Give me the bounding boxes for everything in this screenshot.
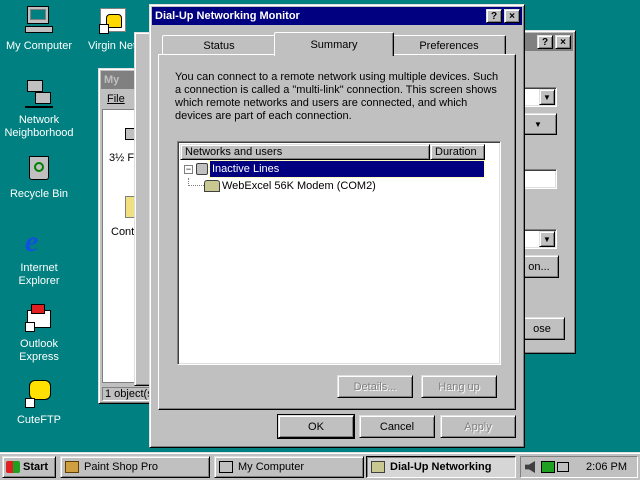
apply-button-label: Apply bbox=[464, 420, 492, 433]
phone-icon bbox=[98, 4, 130, 36]
menu-file[interactable]: File bbox=[107, 93, 125, 105]
my-computer-small-icon bbox=[219, 461, 233, 473]
taskbar-item-label: Dial-Up Networking bbox=[390, 461, 492, 473]
close-icon[interactable]: × bbox=[504, 9, 520, 23]
modem-tray-icon[interactable] bbox=[557, 462, 569, 472]
clock[interactable]: 2:06 PM bbox=[586, 461, 627, 473]
summary-panel: You can connect to a remote network usin… bbox=[158, 54, 516, 410]
desktop-icon-label: Network Neighborhood bbox=[4, 114, 74, 139]
close-icon[interactable]: × bbox=[555, 35, 571, 49]
list-item[interactable]: − Inactive Lines bbox=[180, 160, 485, 178]
hang-up-button-label: Hang up bbox=[438, 380, 480, 393]
modem-label: WebExcel 56K Modem (COM2) bbox=[222, 180, 376, 192]
system-tray: 2:06 PM bbox=[520, 456, 638, 478]
dialog-title: Dial-Up Networking Monitor bbox=[155, 10, 300, 22]
desktop-icon-label: CuteFTP bbox=[16, 414, 61, 426]
floppy-label[interactable]: 3½ Fl bbox=[109, 152, 137, 164]
internet-explorer-icon: e bbox=[25, 225, 39, 258]
cuteftp-icon bbox=[23, 378, 55, 410]
dial-up-small-icon bbox=[371, 461, 385, 473]
cancel-button-label: Cancel bbox=[379, 420, 415, 433]
taskbar-item-label: My Computer bbox=[238, 461, 305, 473]
taskbar-item-label: Paint Shop Pro bbox=[84, 461, 158, 473]
desktop-icon-label: Outlook Express bbox=[19, 338, 59, 363]
details-button[interactable]: Details... bbox=[337, 375, 413, 398]
dialog-titlebar[interactable]: Dial-Up Networking Monitor ? × bbox=[152, 7, 522, 25]
tab-status[interactable]: Status bbox=[162, 35, 276, 55]
desktop-icon-label: Recycle Bin bbox=[9, 188, 69, 200]
chevron-down-icon[interactable]: ▼ bbox=[539, 89, 555, 105]
tree-expander-glyph: − bbox=[185, 163, 192, 174]
tab-preferences-label: Preferences bbox=[419, 39, 479, 52]
desktop-icon-cuteftp[interactable]: CuteFTP bbox=[0, 378, 78, 427]
partial-button[interactable]: on... bbox=[519, 255, 559, 278]
network-tray-icon[interactable] bbox=[541, 461, 555, 473]
my-computer-icon bbox=[23, 4, 55, 36]
tree-connector bbox=[188, 178, 204, 186]
partial-button-label: on... bbox=[528, 260, 550, 273]
speaker-icon[interactable] bbox=[525, 461, 535, 473]
apply-button[interactable]: Apply bbox=[440, 415, 516, 438]
help-icon[interactable]: ? bbox=[486, 9, 502, 23]
window-title: My bbox=[104, 74, 120, 86]
taskbar-item-my-computer[interactable]: My Computer bbox=[214, 456, 364, 478]
windows-logo-icon bbox=[6, 461, 20, 473]
ok-button-label: OK bbox=[308, 420, 324, 433]
cancel-button[interactable]: Cancel bbox=[359, 415, 435, 438]
partial-close-button[interactable]: ose bbox=[519, 317, 565, 340]
inactive-lines-icon bbox=[196, 163, 208, 175]
summary-description: You can connect to a remote network usin… bbox=[175, 71, 499, 122]
outlook-express-icon bbox=[23, 302, 55, 334]
column-networks-label: Networks and users bbox=[185, 146, 283, 158]
desktop-icon-network-neighborhood[interactable]: Network Neighborhood bbox=[0, 78, 78, 140]
column-duration[interactable]: Duration bbox=[430, 144, 485, 160]
list-item[interactable]: WebExcel 56K Modem (COM2) bbox=[180, 178, 484, 194]
ok-button[interactable]: OK bbox=[277, 414, 355, 439]
taskbar-item-paint-shop-pro[interactable]: Paint Shop Pro bbox=[60, 456, 210, 478]
column-networks-and-users[interactable]: Networks and users bbox=[180, 144, 430, 160]
desktop-icon-label: My Computer bbox=[5, 40, 73, 52]
list-header: Networks and users Duration bbox=[180, 144, 498, 160]
close-glyph: × bbox=[509, 10, 515, 22]
tree-expander[interactable]: − bbox=[184, 163, 193, 174]
paint-shop-pro-icon bbox=[65, 461, 79, 473]
recycle-bin-icon bbox=[23, 152, 55, 184]
help-icon[interactable]: ? bbox=[537, 35, 553, 49]
network-icon bbox=[23, 78, 55, 110]
partial-close-label: ose bbox=[533, 322, 551, 335]
networks-list[interactable]: Networks and users Duration − Inactive L… bbox=[177, 141, 501, 365]
tab-status-label: Status bbox=[203, 39, 235, 52]
desktop-icon-my-computer[interactable]: My Computer bbox=[0, 4, 78, 53]
chevron-down-icon[interactable]: ▼ bbox=[539, 231, 555, 247]
desktop-icon-outlook-express[interactable]: Outlook Express bbox=[0, 302, 78, 364]
start-button[interactable]: Start bbox=[2, 456, 56, 478]
tab-summary[interactable]: Summary bbox=[274, 32, 394, 56]
dialup-monitor-dialog[interactable]: Dial-Up Networking Monitor ? × Status Su… bbox=[149, 4, 525, 448]
desktop-icon-recycle-bin[interactable]: Recycle Bin bbox=[0, 152, 78, 201]
tab-summary-label: Summary bbox=[310, 38, 358, 51]
column-duration-label: Duration bbox=[435, 146, 477, 158]
modem-icon bbox=[204, 180, 220, 192]
desktop-icon-label: Internet Explorer bbox=[18, 262, 60, 287]
tab-preferences[interactable]: Preferences bbox=[392, 35, 506, 55]
start-label: Start bbox=[23, 461, 49, 473]
details-button-label: Details... bbox=[353, 380, 397, 393]
inactive-lines-label: Inactive Lines bbox=[209, 160, 485, 178]
hang-up-button[interactable]: Hang up bbox=[421, 375, 497, 398]
desktop-icon-internet-explorer[interactable]: e Internet Explorer bbox=[0, 226, 78, 288]
taskbar-item-dial-up-networking[interactable]: Dial-Up Networking bbox=[366, 456, 516, 478]
help-glyph: ? bbox=[490, 10, 498, 22]
